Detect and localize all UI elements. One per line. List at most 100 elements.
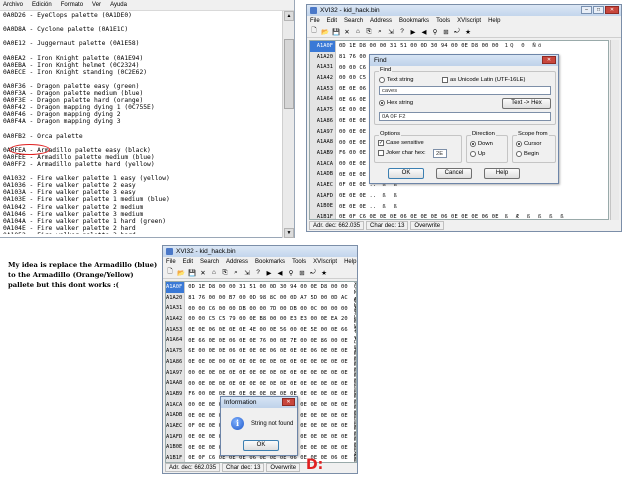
menu-search[interactable]: Search — [344, 18, 363, 24]
close-icon[interactable]: ✕ — [542, 56, 556, 64]
toolbar-button-icon[interactable]: ? — [398, 28, 406, 35]
hex-row[interactable]: A1AA8 00 0E 0E 0E 0E 0E 0E 0E 0E 0E 0E 0E… — [166, 372, 356, 396]
toolbar-button-icon[interactable]: ✕ — [199, 269, 207, 277]
hex-row[interactable]: A1B0E 0E 0E 0E .. ß ß — [310, 201, 608, 212]
toolbar-button-icon[interactable]: 💾 — [332, 28, 340, 36]
toolbar-button-icon[interactable]: ⊞ — [298, 269, 306, 277]
hex-row[interactable]: A1B1F 0E 0F C6 0E 0E 0E 06 0E 0E 0E 06 0E… — [310, 212, 608, 219]
toolbar-button-icon[interactable]: ⌂ — [354, 28, 362, 35]
menu-archivo[interactable]: Archivo — [3, 2, 23, 8]
scroll-down-arrow-icon[interactable]: ▼ — [284, 228, 294, 238]
toolbar-button-icon[interactable]: ⤾ — [453, 28, 461, 36]
hex-row[interactable]: A1A42 00 00 C5 C5 79 00 0E B8 00 00 E3 E3… — [166, 307, 356, 331]
hex-string-radio[interactable] — [379, 100, 385, 106]
toolbar-button-icon[interactable]: ⌂ — [210, 269, 218, 276]
menu-tools[interactable]: Tools — [292, 259, 306, 265]
hex-row-ascii[interactable]: ß ß — [376, 204, 399, 210]
hex-row-ascii[interactable]: 1Q 0 Ñö — [499, 43, 544, 49]
notepad-scrollbar[interactable]: ▲ ▼ — [282, 11, 294, 238]
unicode-checkbox[interactable] — [442, 77, 448, 83]
text-to-hex-button[interactable]: Text -> Hex — [502, 98, 551, 109]
toolbar-button-icon[interactable]: ⎘ — [221, 269, 229, 277]
hex-row[interactable]: A1A0F 0D 1E D8 00 00 31 51 00 0D 30 94 00… — [310, 41, 608, 52]
down-radio[interactable] — [470, 141, 476, 147]
cancel-button[interactable]: Cancel — [436, 168, 472, 179]
hex-row-bytes[interactable]: 0E 0E 0E .. — [336, 193, 376, 199]
menu-ver[interactable]: Ver — [92, 2, 101, 8]
text-string-option[interactable]: Text string — [379, 77, 413, 83]
hex-row[interactable]: A1A53 0E 0E 06 0E 0E 0E 4E 00 0E 56 00 0E… — [166, 318, 356, 342]
menu-edicion[interactable]: Edición — [32, 2, 52, 8]
hex-row[interactable]: A1AFD 0E 0E 0E .. ß ß — [310, 190, 608, 202]
toolbar-button-icon[interactable]: ▶ — [265, 269, 273, 277]
toolbar-button-icon[interactable]: ⌕ — [232, 269, 240, 277]
hex-row[interactable]: A1A86 0E 0E 0E 00 0E 0E 0E 0E 0E 0E 0E 0E… — [166, 350, 356, 374]
hex-row-bytes[interactable]: 0E 0E 06 0E 0E 0E 4E 00 0E 56 00 0E 5E 0… — [185, 327, 348, 333]
unicode-option[interactable]: as Unicode Latin (UTF-16LE) — [442, 77, 525, 83]
ok-button[interactable]: OK — [388, 168, 424, 179]
toolbar-button-icon[interactable]: ◀ — [276, 269, 284, 277]
hex-row[interactable]: A1A64 0E 66 0E 0E 06 0E 0E 76 00 0E 7E 00… — [166, 329, 356, 353]
menu-xviscript[interactable]: XVIscript — [313, 259, 337, 265]
toolbar-button-icon[interactable]: 📂 — [177, 269, 185, 277]
hex-string-field[interactable]: 0A 0F F2 — [379, 112, 551, 121]
hex-row-bytes[interactable]: 00 00 C5 C5 79 00 0E B8 00 00 E3 E3 00 0… — [185, 316, 348, 322]
hex-row-bytes[interactable]: 81 76 00 00 B7 00 0D 98 8C 00 0D A7 5D 0… — [185, 295, 348, 301]
up-option[interactable]: Up — [470, 151, 485, 157]
joker-checkbox[interactable] — [378, 150, 384, 156]
toolbar-button-icon[interactable]: 🗋 — [310, 26, 318, 37]
maximize-icon[interactable]: □ — [593, 6, 604, 14]
toolbar-button-icon[interactable]: ⤾ — [309, 269, 317, 277]
toolbar-button-icon[interactable]: ⚲ — [431, 28, 439, 36]
scroll-up-arrow-icon[interactable]: ▲ — [284, 11, 294, 21]
hex-row-bytes[interactable]: 6E 00 0E 0E 06 0E 0E 0E 06 0E 0E 0E 06 0… — [185, 348, 348, 354]
menu-address[interactable]: Address — [226, 259, 248, 265]
hex-row-bytes[interactable]: 00 0E 0E 0E 0E 0E 0E 0E 0E 0E 0E 0E 0E 0… — [185, 381, 348, 387]
toolbar-button-icon[interactable]: ★ — [320, 269, 328, 277]
ok-button[interactable]: OK — [243, 440, 279, 451]
toolbar-button-icon[interactable]: 💾 — [188, 269, 196, 277]
scroll-thumb[interactable] — [284, 39, 294, 109]
menu-edit[interactable]: Edit — [183, 259, 193, 265]
case-sensitive-option[interactable]: ✓ Case sensitive — [378, 140, 424, 146]
down-option[interactable]: Down — [470, 141, 493, 147]
toolbar-button-icon[interactable]: ★ — [464, 28, 472, 36]
menu-edit[interactable]: Edit — [327, 18, 337, 24]
cursor-radio[interactable] — [516, 141, 522, 147]
toolbar-button-icon[interactable]: ⎘ — [365, 28, 373, 36]
hex-row-bytes[interactable]: 0D 1E D8 00 00 31 51 00 0D 30 94 00 0E D… — [185, 284, 348, 290]
hex-row-bytes[interactable]: 00 00 C6 00 00 DB 00 00 7D 00 DB 00 0C 0… — [185, 306, 348, 312]
toolbar-button-icon[interactable]: 🗋 — [166, 267, 174, 278]
hex-row[interactable]: A1A97 00 0E 0E 0E 0E 0E 0E 0E 0E 0E 0E 0E… — [166, 361, 356, 385]
hex-row[interactable]: A1A75 6E 00 0E 0E 06 0E 0E 0E 06 0E 0E 0E… — [166, 339, 356, 363]
hex-row[interactable]: A1A20 81 76 00 00 B7 00 0D 98 8C 00 0D A7… — [166, 282, 356, 316]
toolbar-button-icon[interactable]: ⊞ — [442, 28, 450, 36]
toolbar-button-icon[interactable]: 📂 — [321, 28, 329, 36]
hex-row[interactable]: A1A31 00 00 C6 00 00 DB 00 00 7D 00 DB 00… — [166, 297, 356, 321]
hex-string-option[interactable]: Hex string — [379, 100, 413, 106]
menu-search[interactable]: Search — [200, 259, 219, 265]
joker-field[interactable]: 2E — [433, 149, 447, 158]
menu-file[interactable]: File — [166, 259, 176, 265]
toolbar-button-icon[interactable]: ⇲ — [387, 28, 395, 36]
minimize-icon[interactable]: – — [581, 6, 592, 14]
text-string-radio[interactable] — [379, 77, 385, 83]
close-icon[interactable]: ✕ — [605, 6, 619, 14]
toolbar-button-icon[interactable]: ◀ — [420, 28, 428, 36]
hex-row-bytes[interactable]: 0E 0F C6 0E 0E 0E 06 0E 0E 0E 06 0E 0E 0… — [185, 455, 348, 461]
cursor-option[interactable]: Cursor — [516, 141, 541, 147]
notepad-text-area[interactable]: 0A0D26 - EyeClops palette (0A1DE0) 0A0D8… — [3, 12, 281, 234]
menu-help[interactable]: Help — [344, 259, 356, 265]
toolbar-button-icon[interactable]: ⌕ — [376, 28, 384, 36]
help-button[interactable]: Help — [484, 168, 520, 179]
begin-radio[interactable] — [516, 151, 522, 157]
text-string-field[interactable]: caves — [379, 86, 551, 95]
menu-bookmarks[interactable]: Bookmarks — [399, 18, 429, 24]
hex-row[interactable]: A1A0F 0D 1E D8 00 00 31 51 00 0D 30 94 00… — [166, 282, 356, 296]
menu-address[interactable]: Address — [370, 18, 392, 24]
menu-xviscript[interactable]: XVIscript — [457, 18, 481, 24]
menu-file[interactable]: File — [310, 18, 320, 24]
menu-tools[interactable]: Tools — [436, 18, 450, 24]
hex-scrollbar[interactable] — [610, 40, 619, 220]
hex-row-bytes[interactable]: 0E 0E 0E .. — [336, 204, 376, 210]
